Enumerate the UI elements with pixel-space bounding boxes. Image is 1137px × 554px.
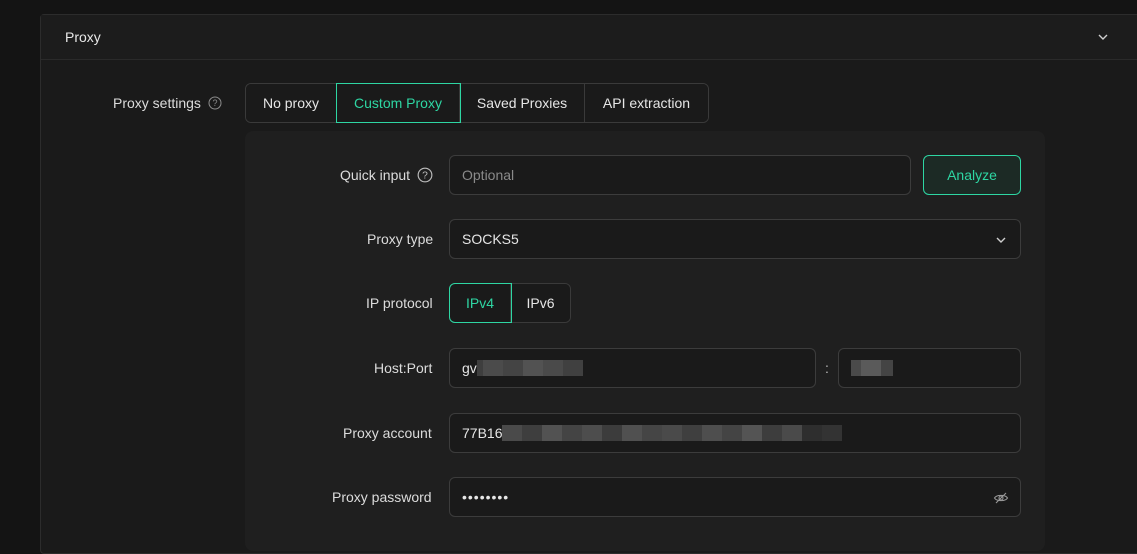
proxy-password-row-label: Proxy password (332, 489, 432, 505)
redacted-port (851, 360, 893, 376)
eye-off-icon[interactable] (993, 490, 1009, 506)
proxy-panel-header[interactable]: Proxy (41, 15, 1137, 60)
svg-text:?: ? (422, 171, 428, 182)
ip-protocol-row-label: IP protocol (366, 295, 433, 311)
ipv4-option[interactable]: IPv4 (449, 283, 512, 323)
chevron-down-icon (996, 237, 1006, 243)
proxy-settings-row-label: Proxy settings ? (113, 95, 222, 111)
proxy-account-row-label: Proxy account (343, 425, 432, 441)
quick-input-field[interactable] (449, 155, 911, 195)
ip-protocol-toggle: IPv4 IPv6 (449, 283, 571, 323)
proxy-account-field[interactable]: 77B16 (449, 413, 1021, 453)
ip-protocol-label: IP protocol (366, 295, 433, 311)
redacted-account (502, 425, 843, 441)
redacted-host (476, 360, 583, 376)
host-port-row-label: Host:Port (374, 360, 432, 376)
ipv6-option[interactable]: IPv6 (511, 284, 570, 322)
analyze-button[interactable]: Analyze (923, 155, 1021, 195)
proxy-password-masked: •••••••• (462, 489, 510, 505)
chevron-up-icon[interactable] (1096, 30, 1110, 44)
help-icon[interactable]: ? (208, 96, 222, 110)
host-port-label: Host:Port (374, 360, 433, 376)
quick-input[interactable] (462, 167, 910, 183)
tab-saved-proxies[interactable]: Saved Proxies (460, 84, 585, 122)
proxy-mode-tabs: No proxy Custom Proxy Saved Proxies API … (245, 83, 709, 123)
svg-text:?: ? (212, 98, 217, 108)
proxy-type-value: SOCKS5 (462, 231, 519, 247)
proxy-account-label: Proxy account (343, 425, 432, 441)
proxy-type-label: Proxy type (367, 231, 434, 247)
proxy-type-row-label: Proxy type (367, 231, 433, 247)
quick-input-row-label: Quick input ? (340, 167, 433, 183)
host-port-separator: : (825, 360, 829, 376)
tab-api-extraction[interactable]: API extraction (585, 84, 708, 122)
help-icon[interactable]: ? (417, 167, 433, 183)
host-field[interactable]: gv (449, 348, 816, 388)
proxy-password-field[interactable]: •••••••• (449, 477, 1021, 517)
tab-custom-proxy[interactable]: Custom Proxy (336, 83, 461, 123)
proxy-password-label: Proxy password (332, 489, 432, 505)
host-value-prefix: gv (462, 360, 477, 376)
panel-title: Proxy (65, 29, 101, 45)
tab-no-proxy[interactable]: No proxy (246, 84, 337, 122)
proxy-settings-label: Proxy settings (113, 95, 201, 111)
proxy-account-prefix: 77B16 (462, 425, 503, 441)
proxy-type-select[interactable]: SOCKS5 (449, 219, 1021, 259)
port-field[interactable] (838, 348, 1021, 388)
quick-input-label: Quick input (340, 167, 411, 183)
